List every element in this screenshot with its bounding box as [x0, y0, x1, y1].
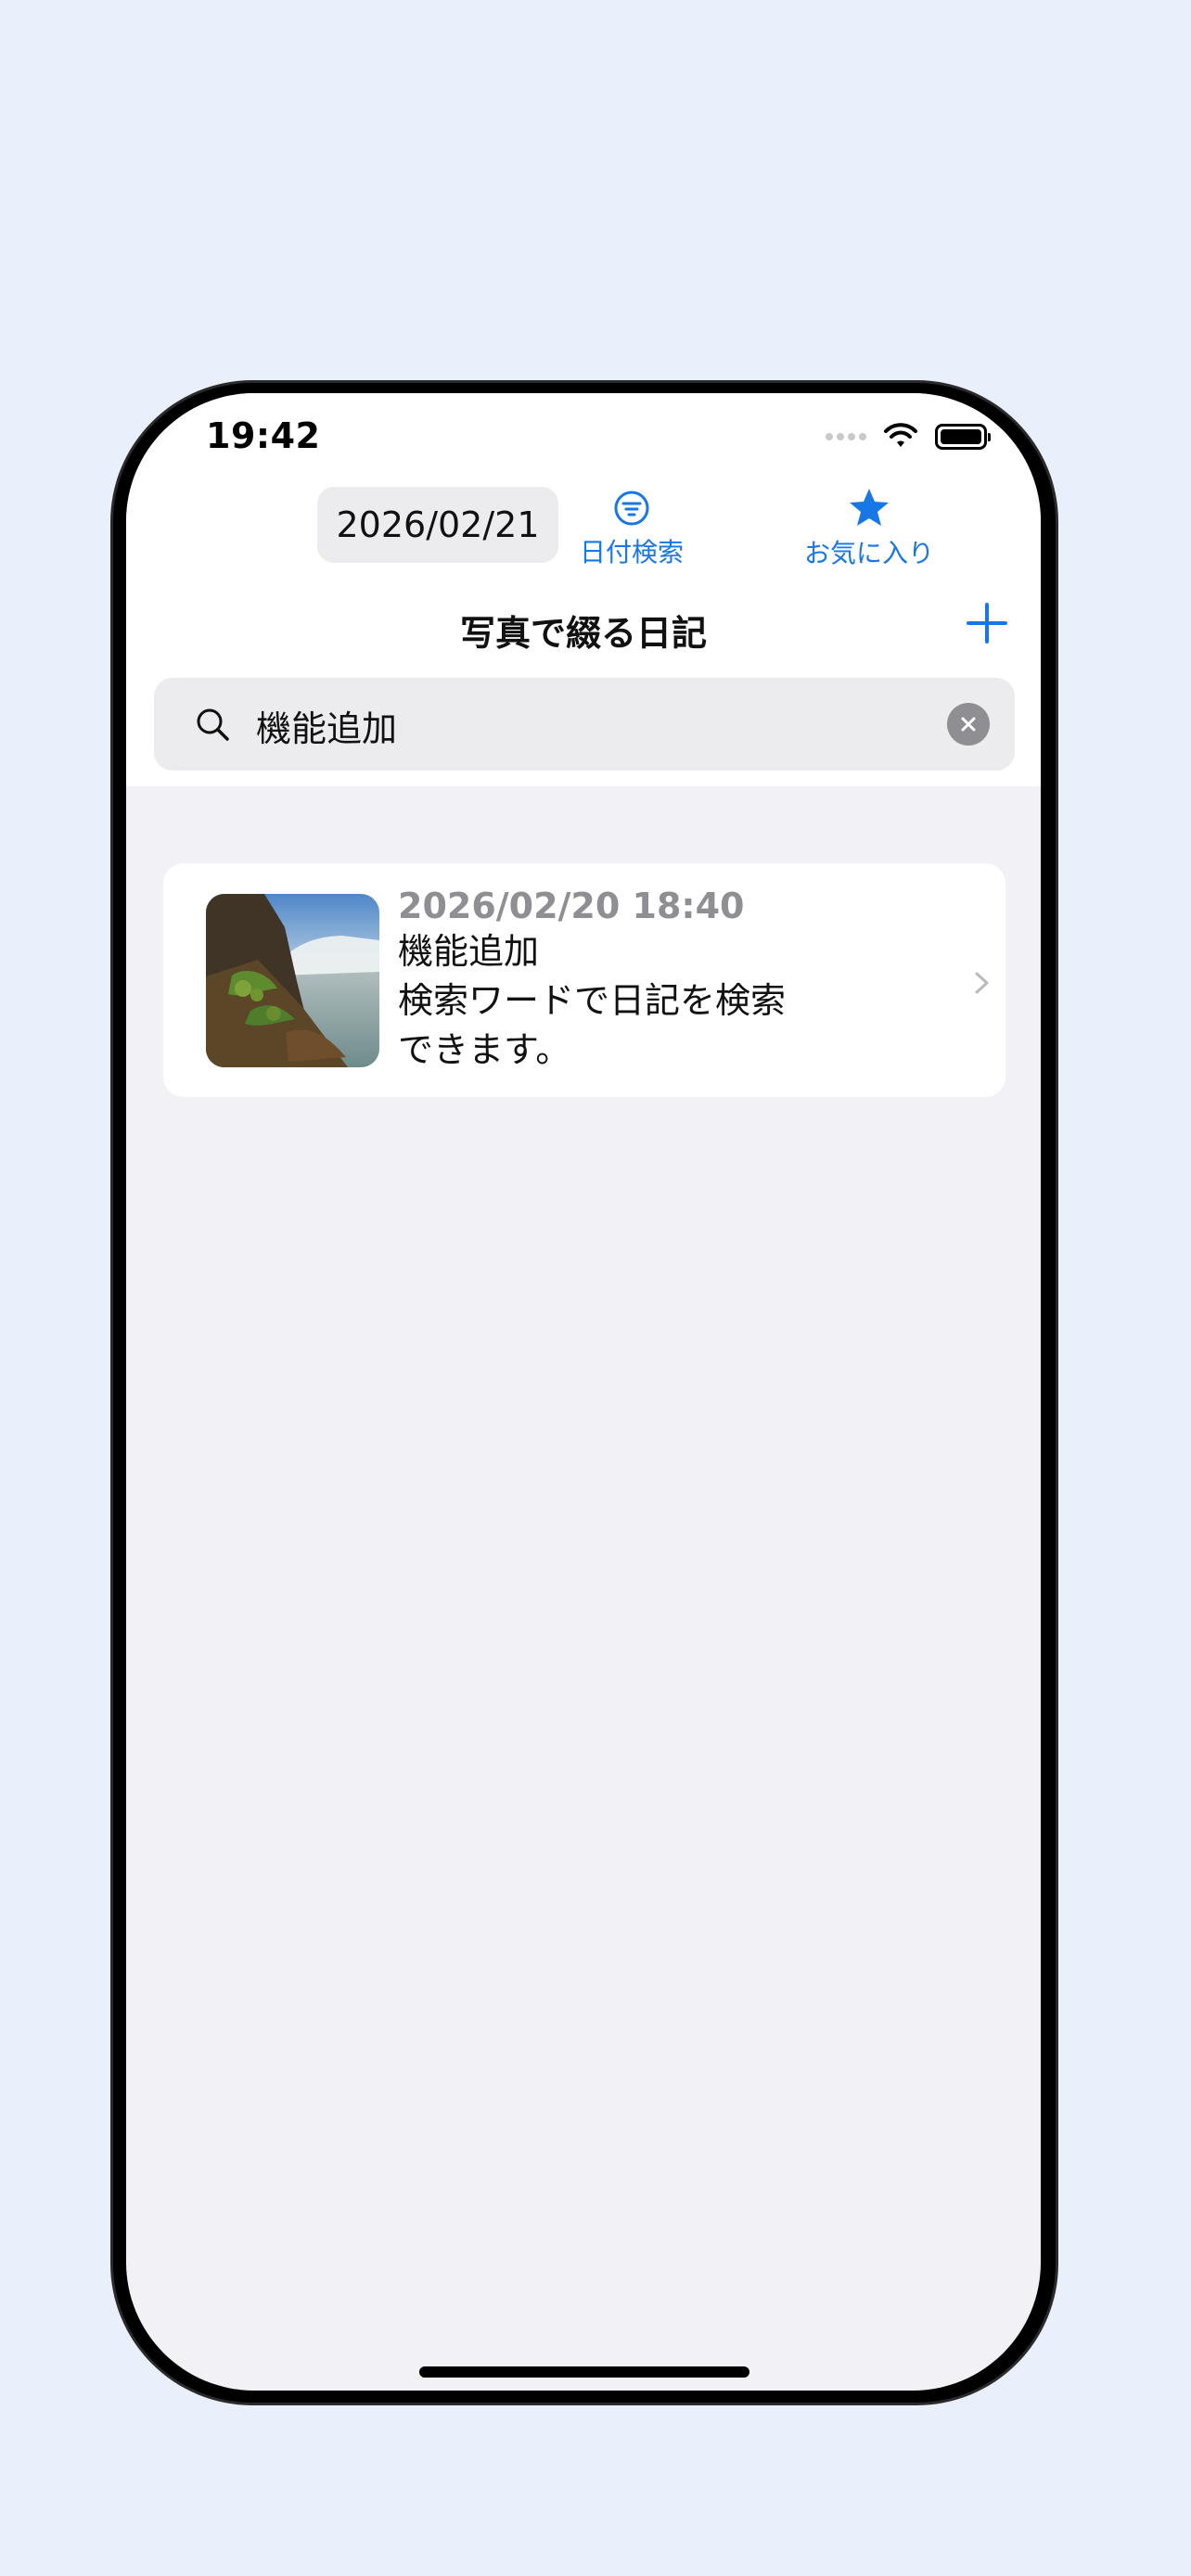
- favorites-label: お気に入り: [803, 538, 934, 568]
- chevron-right-icon: [974, 971, 991, 995]
- entry-title: 機能追加: [398, 930, 540, 972]
- entry-body-line: 検索ワードで日記を検索: [398, 980, 787, 1022]
- search-bar: [154, 678, 1015, 772]
- status-time: 19:42: [206, 415, 321, 456]
- app-screen: 19:42 2026/02/21 日付検索 お気に入り 写真で綴る日記 機能追加…: [126, 393, 1041, 2391]
- search-icon: [195, 707, 230, 742]
- waterfall-photo: [206, 894, 379, 1067]
- status-icons: [826, 421, 991, 453]
- clear-search-button[interactable]: [947, 703, 990, 746]
- plus-icon: [967, 603, 1007, 644]
- entry-datetime: 2026/02/20 18:40: [398, 886, 745, 926]
- date-search-button[interactable]: 日付検索: [567, 489, 697, 566]
- home-indicator: [419, 2366, 749, 2378]
- diary-entry-row[interactable]: 2026/02/20 18:40 機能追加 検索ワードで日記を検索 できます。: [163, 863, 1005, 1097]
- cellular-icon: [826, 433, 866, 440]
- clear-icon: [961, 717, 976, 732]
- page-title: 写真で綴る日記: [459, 613, 707, 654]
- date-picker[interactable]: 2026/02/21: [317, 487, 558, 563]
- star-icon: [848, 486, 890, 533]
- entry-text-group: 2026/02/20 18:40 機能追加 検索ワードで日記を検索 できます。: [398, 886, 917, 1075]
- entry-body-line: できます。: [398, 1029, 571, 1071]
- filter-icon: [612, 489, 651, 532]
- search-input[interactable]: [254, 678, 889, 772]
- add-entry-button[interactable]: [961, 597, 1013, 649]
- wifi-icon: [883, 421, 918, 453]
- favorites-button[interactable]: お気に入り: [790, 486, 948, 567]
- date-search-label: 日付検索: [579, 537, 684, 567]
- battery-icon: [935, 424, 991, 450]
- header-area: 19:42 2026/02/21 日付検索 お気に入り 写真で綴る日記 機能追加: [126, 393, 1041, 786]
